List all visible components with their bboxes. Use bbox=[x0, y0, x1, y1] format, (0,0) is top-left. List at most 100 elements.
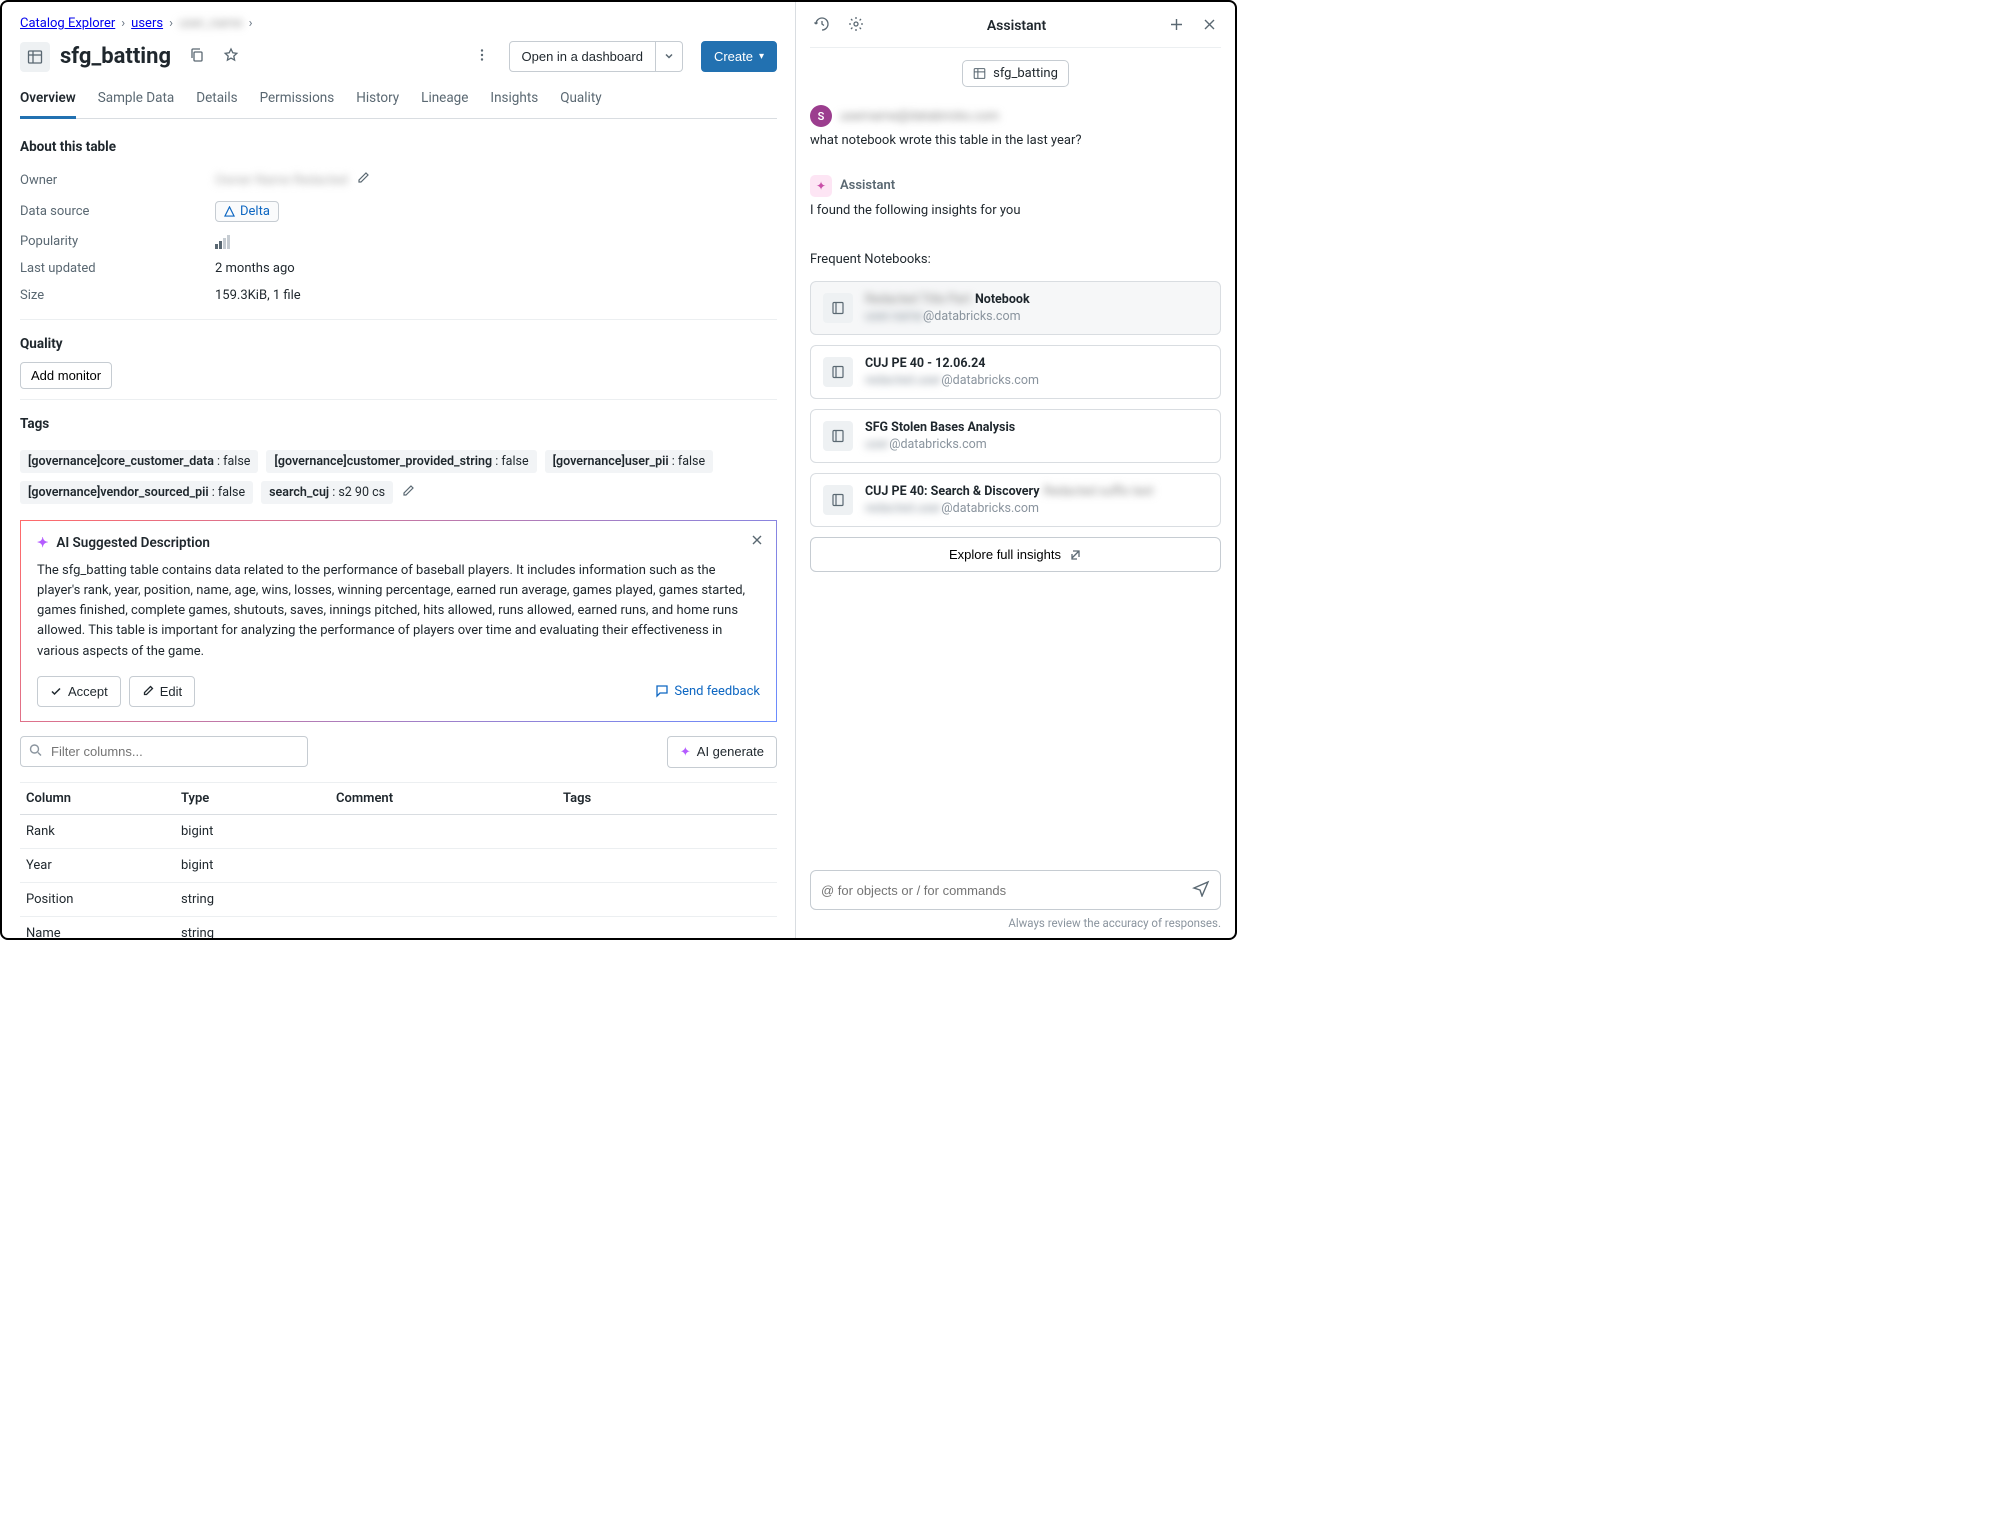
sparkle-icon: ✦ bbox=[37, 535, 48, 551]
open-in-dashboard-button[interactable]: Open in a dashboard bbox=[509, 41, 656, 72]
assistant-input[interactable] bbox=[810, 870, 1221, 910]
open-in-dashboard-dropdown[interactable] bbox=[656, 41, 683, 72]
notebook-icon bbox=[823, 293, 853, 323]
tag-chip[interactable]: [governance]vendor_sourced_pii : false bbox=[20, 481, 253, 504]
chevron-down-icon: ▾ bbox=[759, 51, 764, 62]
ai-body: The sfg_batting table contains data rela… bbox=[37, 561, 760, 662]
explore-insights-button[interactable]: Explore full insights bbox=[810, 537, 1221, 572]
col-header-comment[interactable]: Comment bbox=[330, 782, 557, 814]
last-updated-value: 2 months ago bbox=[215, 261, 295, 276]
ai-generate-button[interactable]: ✦ AI generate bbox=[667, 736, 777, 768]
tab-permissions[interactable]: Permissions bbox=[260, 84, 335, 118]
close-ai-box-icon[interactable] bbox=[750, 533, 764, 551]
tag-chip[interactable]: [governance]customer_provided_string : f… bbox=[266, 450, 536, 473]
ai-suggested-description: ✦ AI Suggested Description The sfg_batti… bbox=[20, 520, 777, 722]
kebab-menu-icon[interactable] bbox=[471, 44, 493, 69]
check-icon bbox=[50, 685, 62, 697]
breadcrumb: Catalog Explorer › users › user_name › bbox=[20, 10, 777, 35]
gear-icon[interactable] bbox=[844, 12, 868, 39]
create-button[interactable]: Create ▾ bbox=[701, 41, 777, 72]
col-header-tags[interactable]: Tags bbox=[557, 782, 777, 814]
chevron-right-icon: › bbox=[121, 16, 125, 31]
notebook-card[interactable]: CUJ PE 40: Search & Discovery Redacted s… bbox=[810, 473, 1221, 527]
data-source-chip[interactable]: Delta bbox=[215, 201, 279, 222]
notebook-icon bbox=[823, 421, 853, 451]
breadcrumb-schema[interactable]: users bbox=[131, 16, 163, 31]
assistant-message: I found the following insights for you bbox=[810, 201, 1221, 221]
edit-owner-icon[interactable] bbox=[356, 171, 370, 189]
last-updated-label: Last updated bbox=[20, 261, 215, 276]
tag-chip[interactable]: [governance]user_pii : false bbox=[545, 450, 714, 473]
notebook-icon bbox=[823, 485, 853, 515]
chevron-right-icon: › bbox=[249, 16, 253, 31]
notebook-card[interactable]: SFG Stolen Bases Analysis user@databrick… bbox=[810, 409, 1221, 463]
user-message: what notebook wrote this table in the la… bbox=[810, 131, 1221, 151]
ai-heading: AI Suggested Description bbox=[56, 535, 210, 551]
assistant-text-field[interactable] bbox=[821, 883, 1184, 898]
copy-icon[interactable] bbox=[185, 43, 209, 70]
size-value: 159.3KiB, 1 file bbox=[215, 288, 301, 303]
breadcrumb-owner[interactable]: user_name bbox=[179, 16, 243, 31]
tab-quality[interactable]: Quality bbox=[560, 84, 601, 118]
close-assistant-icon[interactable] bbox=[1198, 13, 1221, 39]
owner-value: Owner Name Redacted bbox=[215, 173, 348, 188]
popularity-icon bbox=[215, 235, 230, 249]
tab-overview[interactable]: Overview bbox=[20, 84, 76, 119]
tags-row: [governance]core_customer_data : false [… bbox=[20, 450, 777, 504]
filter-columns-input-wrap bbox=[20, 736, 308, 768]
columns-table: Column Type Comment Tags Rankbigint Year… bbox=[20, 782, 777, 938]
tab-history[interactable]: History bbox=[356, 84, 399, 118]
assistant-title: Assistant bbox=[878, 18, 1155, 34]
add-monitor-button[interactable]: Add monitor bbox=[20, 362, 112, 389]
main-pane: Catalog Explorer › users › user_name › s… bbox=[2, 2, 795, 938]
star-icon[interactable] bbox=[219, 43, 243, 70]
accept-button[interactable]: Accept bbox=[37, 676, 121, 707]
pencil-icon bbox=[142, 685, 154, 697]
table-row[interactable]: Positionstring bbox=[20, 882, 777, 916]
tag-chip[interactable]: [governance]core_customer_data : false bbox=[20, 450, 258, 473]
assistant-label: Assistant bbox=[840, 178, 895, 193]
history-icon[interactable] bbox=[810, 12, 834, 39]
tab-insights[interactable]: Insights bbox=[490, 84, 538, 118]
size-label: Size bbox=[20, 288, 215, 303]
col-header-type[interactable]: Type bbox=[175, 782, 330, 814]
title-row: sfg_batting Open in a dashboard Create ▾ bbox=[20, 35, 777, 84]
new-chat-icon[interactable] bbox=[1165, 13, 1188, 39]
tab-lineage[interactable]: Lineage bbox=[421, 84, 468, 118]
tabs: Overview Sample Data Details Permissions… bbox=[20, 84, 777, 119]
owner-label: Owner bbox=[20, 173, 215, 188]
notebook-card[interactable]: CUJ PE 40 - 12.06.24 redacted.user@datab… bbox=[810, 345, 1221, 399]
assistant-pane: Assistant sfg_batting S username@databri… bbox=[795, 2, 1235, 938]
user-avatar: S bbox=[810, 105, 832, 127]
send-icon[interactable] bbox=[1192, 879, 1210, 901]
edit-tags-icon[interactable] bbox=[401, 484, 415, 502]
user-name: username@databricks.com bbox=[840, 109, 999, 124]
quality-heading: Quality bbox=[20, 336, 777, 352]
assistant-footer: Always review the accuracy of responses. bbox=[796, 916, 1235, 938]
table-icon bbox=[973, 67, 986, 80]
page-title: sfg_batting bbox=[60, 44, 171, 69]
tab-details[interactable]: Details bbox=[196, 84, 237, 118]
notebook-icon bbox=[823, 357, 853, 387]
chat-icon bbox=[655, 684, 669, 698]
sparkle-icon: ✦ bbox=[680, 744, 691, 760]
send-feedback-link[interactable]: Send feedback bbox=[655, 684, 760, 699]
data-source-label: Data source bbox=[20, 204, 215, 219]
chevron-right-icon: › bbox=[169, 16, 173, 31]
delta-icon bbox=[224, 206, 235, 217]
filter-columns-input[interactable] bbox=[20, 736, 308, 767]
external-link-icon bbox=[1069, 548, 1082, 561]
frequent-notebooks-label: Frequent Notebooks: bbox=[810, 252, 1221, 267]
table-row[interactable]: Yearbigint bbox=[20, 848, 777, 882]
tag-chip[interactable]: search_cuj : s2 90 cs bbox=[261, 481, 393, 504]
tags-heading: Tags bbox=[20, 416, 777, 432]
table-row[interactable]: Namestring bbox=[20, 916, 777, 938]
context-chip[interactable]: sfg_batting bbox=[962, 60, 1069, 87]
col-header-column[interactable]: Column bbox=[20, 782, 175, 814]
breadcrumb-root[interactable]: Catalog Explorer bbox=[20, 16, 115, 31]
notebook-card[interactable]: Redacted Title PartNotebook user.name@da… bbox=[810, 281, 1221, 335]
tab-sample-data[interactable]: Sample Data bbox=[98, 84, 175, 118]
search-icon bbox=[29, 743, 42, 760]
edit-button[interactable]: Edit bbox=[129, 676, 195, 707]
table-row[interactable]: Rankbigint bbox=[20, 814, 777, 848]
